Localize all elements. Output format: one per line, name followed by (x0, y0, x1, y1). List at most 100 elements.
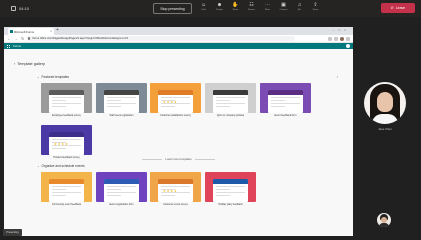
app-name: Forms (13, 44, 21, 48)
mic-icon: ♫ (297, 2, 302, 8)
meeting-tool-5[interactable]: ▣ Camera (277, 2, 290, 15)
template-title: Customer event survey (163, 203, 188, 206)
template-title: Employee feedback survey (52, 114, 81, 117)
more-icon: ⋯ (265, 2, 270, 8)
profile-avatar[interactable] (340, 36, 344, 41)
template-thumbnail (41, 83, 92, 113)
menu-icon[interactable] (346, 36, 350, 41)
close-gallery-icon[interactable]: › (337, 74, 338, 79)
forms-favicon-icon (10, 30, 13, 33)
template-thumbnail (41, 172, 92, 202)
share-icon: ⇪ (313, 2, 318, 8)
extensions-bar (328, 36, 350, 41)
section-featured[interactable]: ⌄ Featured templates (37, 75, 69, 79)
meeting-tool-3[interactable]: ☷ Rooms (245, 2, 258, 15)
waffle-icon[interactable] (7, 44, 10, 48)
back-arrow-icon[interactable]: ← (7, 36, 11, 41)
participant-tile[interactable]: Jane Chen (361, 80, 409, 140)
template-title: Event registration form (109, 203, 134, 206)
meeting-tool-label: Rooms (248, 9, 255, 11)
rating-stars-icon: ★★★★ (54, 142, 69, 146)
meeting-tool-label: Camera (279, 9, 288, 11)
chevron-down-icon: ⌄ (37, 164, 40, 168)
meeting-tool-label: People (216, 9, 223, 11)
template-title: Quiz on company policies (216, 114, 245, 117)
chevron-left-icon: ‹ (14, 62, 16, 66)
close-tab-icon[interactable]: × (50, 29, 52, 33)
template-thumbnail: ★★★★ (41, 125, 92, 155)
gallery-title: Template gallery (17, 62, 45, 66)
meeting-duration: 04:10 (19, 6, 30, 11)
meeting-tool-0[interactable]: ☺ Chat (197, 2, 210, 15)
star-icon[interactable] (328, 36, 332, 41)
meeting-timer: 04:10 (11, 6, 29, 11)
camera-icon: ▣ (281, 2, 286, 8)
load-more-divider[interactable]: Load more templates (4, 157, 353, 161)
window-controls[interactable]: –□× (333, 28, 350, 32)
self-avatar (377, 213, 391, 227)
template-card[interactable]: Holiday party feedback (205, 172, 256, 213)
meeting-tool-4[interactable]: ⋯ More (261, 2, 274, 15)
template-title: Event feedback form (274, 114, 297, 117)
template-card[interactable]: Staff event registration (96, 83, 147, 124)
template-card[interactable]: Community event feedback (41, 172, 92, 213)
meeting-tool-label: More (265, 9, 270, 11)
template-thumbnail: ★★★★ (150, 172, 201, 202)
template-thumbnail (205, 172, 256, 202)
raise-hand-icon: ✋ (232, 2, 239, 8)
template-card[interactable]: Employee feedback survey (41, 83, 92, 124)
extension-icon[interactable] (334, 36, 338, 41)
phone-icon: ✆ (390, 6, 394, 10)
meeting-tool-label: Raise (232, 9, 239, 11)
template-thumbnail (96, 83, 147, 113)
meeting-tool-7[interactable]: ⇪ Share (309, 2, 322, 15)
lock-icon (28, 37, 31, 40)
shared-browser-window: Microsoft Forms × + –□× ← → ↻ forms.offi… (4, 27, 353, 236)
meeting-tool-6[interactable]: ♫ Mic (293, 2, 306, 15)
template-card[interactable]: Quiz on company policies (205, 83, 256, 124)
template-thumbnail (260, 83, 311, 113)
people-icon: ☻ (216, 2, 223, 8)
reload-icon[interactable]: ↻ (21, 36, 24, 41)
template-card[interactable]: Event registration form (96, 172, 147, 213)
url-text: forms.office.com/Pages/DesignPageV2.aspx… (32, 37, 129, 40)
stop-presenting-button[interactable]: Stop presenting (153, 3, 192, 14)
template-title: Holiday party feedback (218, 203, 243, 206)
rating-stars-icon: ★★★★ (163, 100, 178, 104)
template-title: Community event feedback (52, 203, 81, 206)
template-thumbnail (205, 83, 256, 113)
load-more-label: Load more templates (165, 157, 192, 161)
address-bar[interactable]: forms.office.com/Pages/DesignPageV2.aspx… (27, 36, 296, 41)
meeting-toolbar: 04:10 Stop presenting ☺ Chat ☻ People ✋ Raise… (0, 0, 421, 17)
leave-label: Leave (395, 6, 406, 10)
template-card[interactable]: ★★★★ Customer event survey (150, 172, 201, 213)
template-thumbnail (96, 172, 147, 202)
meeting-tool-2[interactable]: ✋ Raise (229, 2, 242, 15)
rating-stars-icon: ★★★★ (163, 189, 178, 193)
rooms-icon: ☷ (249, 2, 254, 8)
chevron-down-icon: ⌄ (37, 75, 40, 79)
forward-arrow-icon[interactable]: → (14, 36, 18, 41)
template-card[interactable]: ★★★★ Customer satisfaction survey (150, 83, 201, 124)
account-avatar[interactable] (346, 44, 350, 48)
meeting-tool-label: Share (312, 9, 319, 11)
template-card[interactable]: Event feedback form (260, 83, 311, 124)
tab-title: Microsoft Forms (14, 30, 35, 34)
chat-icon: ☺ (200, 2, 207, 8)
template-gallery: ‹ Template gallery › ⌄ Featured template… (4, 49, 353, 236)
browser-tab[interactable]: Microsoft Forms × (8, 28, 54, 35)
section-events[interactable]: ⌄ Organize and schedule events (37, 164, 85, 168)
back-to-forms-link[interactable]: ‹ Template gallery (14, 62, 45, 66)
meeting-controls: ☺ Chat ☻ People ✋ Raise ☷ Rooms ⋯ More ▣ Camera ♫ Mic… (197, 2, 322, 15)
tab-strip: Microsoft Forms × + –□× (4, 27, 353, 35)
participant-video (364, 82, 406, 124)
new-tab-icon[interactable]: + (56, 27, 59, 33)
self-view-tile[interactable] (377, 213, 393, 229)
meeting-tool-1[interactable]: ☻ People (213, 2, 226, 15)
template-title: Staff event registration (109, 114, 134, 117)
leave-button[interactable]: ✆ Leave (381, 3, 415, 13)
section-events-title: Organize and schedule events (41, 164, 85, 168)
participant-name: Jane Chen (378, 127, 392, 131)
meeting-tool-label: Mic (297, 9, 302, 11)
template-thumbnail: ★★★★ (150, 83, 201, 113)
